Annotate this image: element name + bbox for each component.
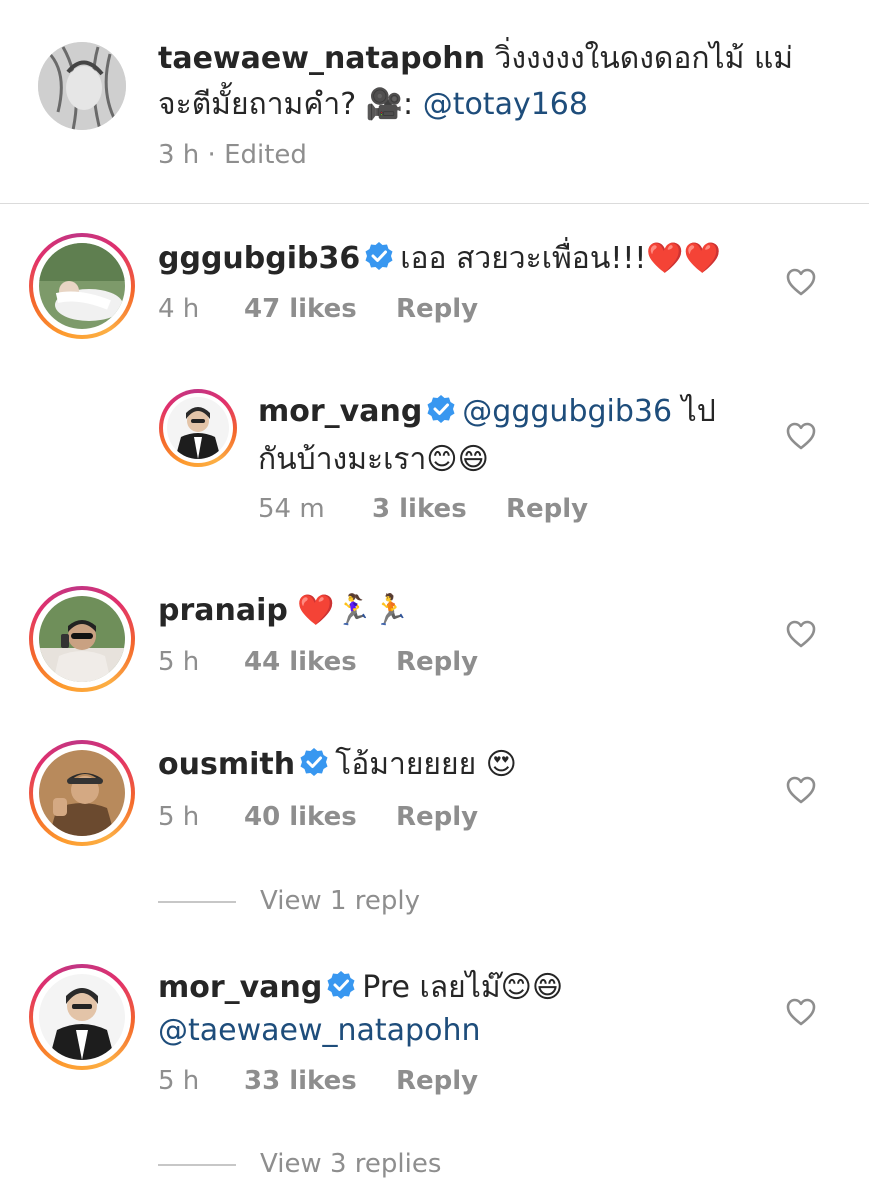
comment-time: 5 h bbox=[158, 802, 200, 832]
reply-button[interactable]: Reply bbox=[506, 494, 588, 524]
story-ring[interactable] bbox=[159, 389, 237, 467]
comment-meta: 4 h 47 likes Reply bbox=[158, 294, 478, 324]
comment-text: เออ สวยวะเพื่อน!!!❤️❤️ bbox=[400, 241, 722, 276]
comment-text-row: mor_vang Pre เลยไม๊😊😄 bbox=[158, 965, 563, 1011]
avatar bbox=[39, 243, 125, 329]
comment-text-row: gggubgib36 เออ สวยวะเพื่อน!!!❤️❤️ bbox=[158, 236, 721, 282]
heart-outline-icon[interactable] bbox=[786, 998, 816, 1026]
reply-text-row-2: กันบ้างมะเรา😊😄 bbox=[258, 437, 489, 483]
avatar bbox=[39, 750, 125, 836]
comment-time: 5 h bbox=[158, 647, 200, 677]
comment-meta: 5 h 33 likes Reply bbox=[158, 1066, 478, 1096]
view-replies-label: View 3 replies bbox=[260, 1149, 442, 1179]
comment-text: โอ้มายยยย 😍 bbox=[335, 747, 517, 782]
story-ring[interactable] bbox=[29, 740, 135, 846]
caption-line-1: taewaew_natapohn วิ่งงงงงในดงดอกไม้ แม่ bbox=[158, 36, 793, 82]
reply-button[interactable]: Reply bbox=[396, 647, 478, 677]
heart-outline-icon[interactable] bbox=[786, 776, 816, 804]
avatar bbox=[39, 596, 125, 682]
verified-badge-icon bbox=[365, 242, 393, 270]
story-ring[interactable] bbox=[29, 964, 135, 1070]
view-replies-label: View 1 reply bbox=[260, 886, 420, 916]
comment-username[interactable]: mor_vang bbox=[258, 394, 422, 429]
caption-avatar[interactable] bbox=[38, 42, 126, 130]
divider bbox=[0, 203, 869, 204]
comment-username[interactable]: mor_vang bbox=[158, 970, 322, 1005]
comment-likes[interactable]: 44 likes bbox=[244, 647, 396, 677]
comment-meta: 54 m 3 likes Reply bbox=[258, 494, 588, 524]
comment-likes[interactable]: 3 likes bbox=[372, 494, 506, 524]
verified-badge-icon bbox=[300, 748, 328, 776]
reply-button[interactable]: Reply bbox=[396, 294, 478, 324]
replies-line bbox=[158, 1163, 236, 1166]
comment-text-row: pranaip ❤️🏃‍♀️🏃 bbox=[158, 588, 409, 634]
comment-username[interactable]: ousmith bbox=[158, 747, 295, 782]
comment-text-row: ousmith โอ้มายยยย 😍 bbox=[158, 742, 517, 788]
comment-username[interactable]: gggubgib36 bbox=[158, 241, 360, 276]
comment-likes[interactable]: 33 likes bbox=[244, 1066, 396, 1096]
comment-text: ❤️🏃‍♀️🏃 bbox=[297, 593, 410, 628]
story-ring[interactable] bbox=[29, 586, 135, 692]
comment-mention[interactable]: @taewaew_natapohn bbox=[158, 1013, 481, 1048]
comment-mention[interactable]: @gggubgib36 bbox=[462, 394, 672, 429]
comment-text: ไป bbox=[672, 394, 716, 429]
replies-line bbox=[158, 900, 236, 903]
comment-meta: 5 h 44 likes Reply bbox=[158, 647, 478, 677]
heart-outline-icon[interactable] bbox=[786, 422, 816, 450]
comment-username[interactable]: pranaip bbox=[158, 593, 288, 628]
reply-button[interactable]: Reply bbox=[396, 1066, 478, 1096]
caption-text-1: วิ่งงงงงในดงดอกไม้ แม่ bbox=[494, 41, 794, 76]
view-replies-link[interactable]: View 1 reply bbox=[158, 886, 420, 916]
caption-username[interactable]: taewaew_natapohn bbox=[158, 41, 485, 76]
heart-outline-icon[interactable] bbox=[786, 268, 816, 296]
caption-meta: 3 h · Edited bbox=[158, 140, 307, 170]
comment-time: 5 h bbox=[158, 1066, 200, 1096]
caption-text-2: จะตีมั้ยถามคำ? 🎥: bbox=[158, 87, 423, 122]
verified-badge-icon bbox=[427, 395, 455, 423]
caption-mention[interactable]: @totay168 bbox=[423, 87, 588, 122]
heart-outline-icon[interactable] bbox=[786, 620, 816, 648]
comment-text-2: กันบ้างมะเรา😊😄 bbox=[258, 442, 489, 477]
reply-text-row-1: mor_vang @gggubgib36 ไป bbox=[258, 389, 716, 435]
view-replies-link[interactable]: View 3 replies bbox=[158, 1149, 441, 1179]
story-ring[interactable] bbox=[29, 233, 135, 339]
caption-line-2: จะตีมั้ยถามคำ? 🎥: @totay168 bbox=[158, 82, 588, 128]
comment-time: 4 h bbox=[158, 294, 200, 324]
comment-meta: 5 h 40 likes Reply bbox=[158, 802, 478, 832]
verified-badge-icon bbox=[327, 971, 355, 999]
comment-likes[interactable]: 47 likes bbox=[244, 294, 396, 324]
comment-text-row-2: @taewaew_natapohn bbox=[158, 1008, 481, 1054]
comment-likes[interactable]: 40 likes bbox=[244, 802, 396, 832]
avatar bbox=[167, 397, 229, 459]
avatar bbox=[39, 974, 125, 1060]
reply-button[interactable]: Reply bbox=[396, 802, 478, 832]
comment-text: Pre เลยไม๊😊😄 bbox=[362, 970, 564, 1005]
comment-time: 54 m bbox=[258, 494, 325, 524]
